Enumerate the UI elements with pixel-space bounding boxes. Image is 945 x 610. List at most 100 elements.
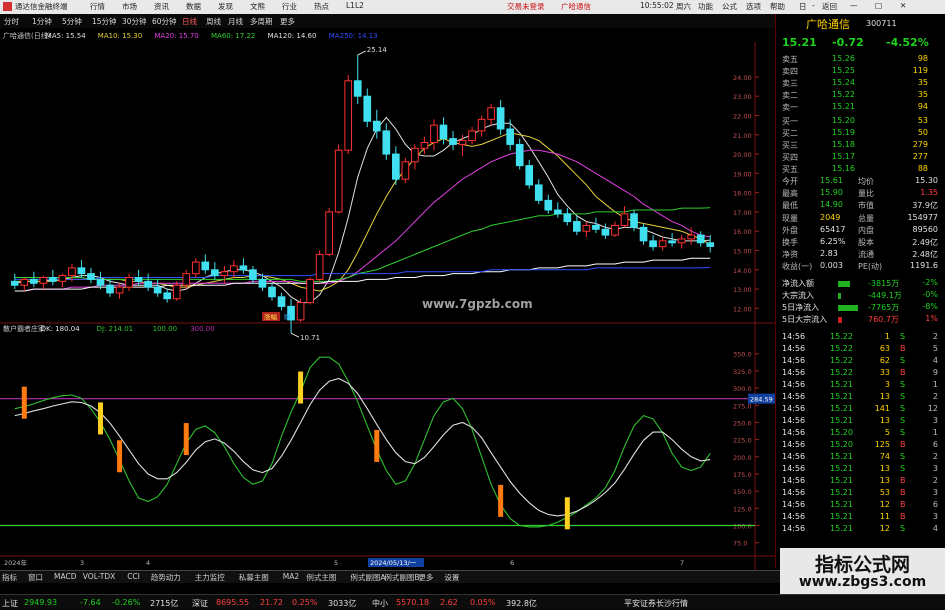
sz-label[interactable]: 深证 [192, 598, 208, 609]
quote-value: 15.61 [820, 176, 843, 185]
tick-volume: 1 [884, 332, 890, 341]
indicator-tab[interactable]: 设置 [444, 572, 459, 583]
indicator-tab[interactable]: 私募主图 [239, 572, 269, 583]
bid-volume: 88 [917, 164, 928, 173]
quote-value: 2.48亿 [912, 250, 938, 260]
menu-item[interactable]: 行业 [282, 1, 297, 12]
chart-area[interactable]: 广哈通信(日线)MA5: 15.54 MA10: 15.30 MA20: 15.70… [0, 28, 775, 570]
candle-body [106, 284, 114, 294]
menu-item[interactable]: 市场 [122, 1, 137, 12]
tick-price: 15.21 [830, 392, 853, 401]
tick-volume: 62 [879, 356, 890, 365]
tick-count: 2 [932, 452, 938, 461]
menu-item[interactable]: 资讯 [154, 1, 169, 12]
period-tab[interactable]: 月线 [228, 16, 243, 27]
signal-bar [564, 497, 570, 530]
app-logo-icon [3, 2, 12, 11]
period-tab[interactable]: 15分钟 [92, 16, 117, 27]
period-tab[interactable]: 60分钟 [152, 16, 177, 27]
menu-item[interactable]: 公式 [722, 1, 737, 12]
window-close-icon[interactable]: ✕ [900, 1, 906, 10]
date-label: 4 [146, 559, 150, 567]
indicator-tab[interactable]: 主力监控 [195, 572, 225, 583]
ask-price: 15.22 [832, 90, 855, 99]
indicator-tab[interactable]: 指标 [2, 572, 17, 583]
clock-time: 10:55:02 [640, 1, 674, 10]
candle-body [182, 273, 191, 286]
indicator-tab[interactable]: VOL-TDX [83, 572, 115, 581]
indicator-tab[interactable]: MA2 [283, 572, 299, 581]
period-tab[interactable]: 5分钟 [62, 16, 82, 27]
candle-body [658, 240, 667, 248]
bid-row: 买一 15.20 53 [776, 116, 945, 128]
candle-body [677, 238, 686, 244]
period-tab-selected[interactable]: 日线 [182, 16, 197, 27]
window-minimize-icon[interactable]: — [850, 1, 858, 10]
menu-item[interactable]: 热点 [314, 1, 329, 12]
flow-value: 760.7万 [868, 315, 899, 324]
menu-item[interactable]: - [812, 1, 815, 10]
site-watermark-box: 指标公式网 www.zbgs3.com [780, 548, 945, 594]
bid-label: 买五 [782, 165, 798, 174]
quote-row: 最低 14.90 市值 37.9亿 [776, 200, 945, 212]
bid-price: 15.17 [832, 152, 855, 161]
tick-time: 14:56 [782, 464, 806, 473]
indicator-tab[interactable]: 例式主图 [306, 572, 336, 583]
sh-amount: 2715亿 [150, 599, 179, 608]
indicator-tab[interactable]: 例式副图B [384, 572, 419, 583]
zx-label[interactable]: 中小 [372, 598, 388, 609]
period-tab[interactable]: 周线 [206, 16, 221, 27]
candle-body [144, 280, 152, 288]
period-tab[interactable]: 1分钟 [32, 16, 52, 27]
menu-item[interactable]: 数据 [186, 1, 201, 12]
candle-body [477, 118, 486, 132]
candle-body [639, 226, 648, 242]
indicator-tab[interactable]: CCI [127, 572, 140, 581]
tick-price: 15.21 [830, 500, 853, 509]
bid-price: 15.18 [832, 140, 855, 149]
menu-item[interactable]: 文熊 [250, 1, 265, 12]
broker-name: 广哈通信 [561, 2, 591, 11]
candle-body [306, 278, 314, 304]
menu-item[interactable]: 选项 [746, 1, 761, 12]
back-button[interactable]: 返回 [822, 1, 837, 12]
bid-label: 买二 [782, 129, 798, 138]
sh-label[interactable]: 上证 [2, 598, 18, 609]
legend-item: MA120: 14.60 [268, 32, 317, 40]
indicator-tab[interactable]: MACD [54, 572, 76, 581]
login-status[interactable]: 交易未登录 [507, 1, 545, 12]
tick-side: S [900, 380, 906, 389]
menu-item[interactable]: 发现 [218, 1, 233, 12]
tick-side: S [900, 332, 906, 341]
menu-item[interactable]: 日 [799, 1, 807, 12]
menu-item[interactable]: L1L2 [346, 1, 364, 10]
indicator-tab[interactable]: 例式副图A [350, 572, 385, 583]
stock-header: 广哈通信 300711 [776, 16, 945, 31]
ask-volume: 35 [917, 78, 928, 87]
tick-side: B [900, 476, 906, 485]
quote-row: 换手 6.25% 股本 2.49亿 [776, 237, 945, 249]
indicator-tab[interactable]: 趋势动力 [151, 572, 181, 583]
y-tick-label: 225.0 [733, 437, 752, 445]
menu-item[interactable]: 行情 [90, 1, 105, 12]
ask-label: 卖三 [782, 79, 798, 88]
tick-row: 14:56 15.21 12 B 6 [776, 500, 945, 512]
candle-body [515, 143, 524, 167]
candle-body [334, 149, 343, 213]
period-tab[interactable]: 30分钟 [122, 16, 147, 27]
window-maximize-icon[interactable]: □ [875, 1, 882, 10]
menu-item[interactable]: 功能 [698, 1, 713, 12]
indicator-tab[interactable]: 更多 [418, 572, 433, 583]
y-tick-label: 175.0 [733, 471, 752, 479]
site-watermark: www.7gpzb.com [422, 297, 533, 311]
period-tab[interactable]: 更多 [280, 16, 295, 27]
sh-pct: -0.26% [112, 598, 141, 607]
tick-time: 14:56 [782, 524, 806, 533]
quote-value: 1191.6 [910, 261, 938, 271]
menu-item[interactable]: 帮助 [770, 1, 785, 12]
period-tab[interactable]: 多周期 [250, 16, 273, 27]
tick-count: 6 [932, 500, 938, 509]
period-tab[interactable]: 分时 [4, 16, 19, 27]
tick-count: 12 [927, 404, 938, 413]
indicator-tab[interactable]: 窗口 [28, 572, 43, 583]
